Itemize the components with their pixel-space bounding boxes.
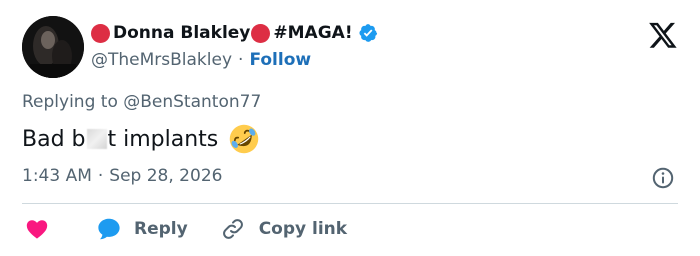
author-handle[interactable]: @TheMrsBlakley: [91, 50, 232, 70]
tweet-text-part-1: Bad b: [22, 126, 86, 152]
tweet-date: Sep 28, 2026: [109, 166, 223, 186]
tweet-timestamp[interactable]: 1:43 AM · Sep 28, 2026: [22, 166, 222, 186]
tweet-text-part-2: t implants: [107, 126, 219, 152]
avatar-image: [22, 16, 84, 78]
copy-link-button[interactable]: Copy link: [221, 217, 347, 241]
tweet-body: Bad b t implants: [22, 122, 260, 156]
tweet-time: 1:43 AM: [22, 166, 92, 186]
red-circle-emoji-icon: [91, 23, 110, 43]
divider: [22, 203, 678, 204]
x-logo-icon[interactable]: [648, 20, 678, 50]
author-name-row[interactable]: Donna Blakley #MAGA!: [91, 20, 378, 46]
reply-button[interactable]: Reply: [96, 216, 188, 242]
author-name-suffix: #MAGA!: [273, 23, 353, 43]
censor-blur: [86, 129, 107, 149]
heart-icon: [26, 220, 48, 239]
replying-to-label: Replying to: [22, 92, 118, 112]
tweet-actions: Reply Copy link: [24, 215, 347, 243]
separator-dot: ·: [97, 166, 104, 186]
info-icon[interactable]: [651, 166, 675, 190]
link-icon: [222, 219, 243, 239]
rolling-on-the-floor-laughing-emoji-icon: [230, 124, 259, 154]
reply-context: Replying to @BenStanton77: [22, 92, 261, 112]
reply-label: Reply: [134, 219, 188, 239]
red-circle-emoji-icon: [251, 23, 271, 43]
author-handle-row: @TheMrsBlakley · Follow: [91, 48, 378, 72]
follow-button[interactable]: Follow: [249, 50, 311, 70]
avatar[interactable]: [22, 16, 84, 78]
verified-badge-icon: [359, 24, 377, 42]
author-header: Donna Blakley #MAGA! @TheMrsBlakley · Fo…: [91, 20, 378, 72]
like-button[interactable]: [24, 217, 50, 241]
tweet-embed: Donna Blakley #MAGA! @TheMrsBlakley · Fo…: [0, 0, 700, 256]
reply-mention-link[interactable]: @BenStanton77: [123, 92, 261, 112]
copy-link-label: Copy link: [258, 219, 348, 239]
separator-dot: ·: [238, 50, 244, 70]
speech-bubble-icon: [98, 218, 120, 240]
author-name: Donna Blakley: [113, 23, 251, 43]
